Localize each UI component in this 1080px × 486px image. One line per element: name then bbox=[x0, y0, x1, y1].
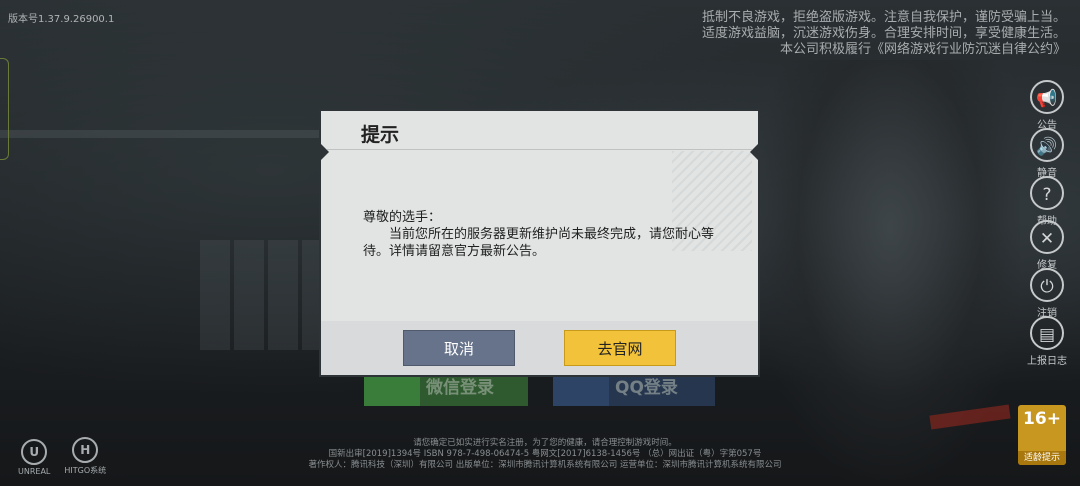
dialog-header: 提示 bbox=[321, 111, 758, 149]
dialog-body: 尊敬的选手： 当前您所在的服务器更新维护尚未最终完成，请您耐心等待。详情请留意官… bbox=[363, 209, 733, 260]
age-rating-value: 16+ bbox=[1023, 409, 1061, 429]
logout-button[interactable]: ⏻ 注销 bbox=[1027, 268, 1067, 319]
dialog-footer: 取消 去官网 bbox=[321, 321, 758, 375]
legal-footer: 请您确定已如实进行实名注册，为了您的健康，请合理控制游戏时间。 国新出审[201… bbox=[230, 438, 860, 471]
health-notice-line: 抵制不良游戏，拒绝盗版游戏。注意自我保护，谨防受骗上当。 bbox=[701, 10, 1066, 25]
footer-line: 请您确定已如实进行实名注册，为了您的健康，请合理控制游戏时间。 bbox=[413, 438, 677, 448]
wrench-icon: ✕ bbox=[1030, 220, 1064, 254]
report-log-label: 上报日志 bbox=[1027, 356, 1067, 367]
unreal-logo: U UNREAL bbox=[18, 439, 50, 476]
cancel-button[interactable]: 取消 bbox=[403, 330, 515, 366]
repair-button[interactable]: ✕ 修复 bbox=[1027, 220, 1067, 271]
hitgo-logo: H HITGO系统 bbox=[64, 437, 106, 476]
dialog-title: 提示 bbox=[361, 124, 400, 146]
megaphone-icon: 📢 bbox=[1030, 80, 1064, 114]
hitgo-logo-text: HITGO系统 bbox=[64, 466, 107, 475]
health-notice-line: 本公司积极履行《网络游戏行业防沉迷自律公约》 bbox=[779, 42, 1066, 57]
hitgo-logo-icon: H bbox=[72, 437, 99, 463]
health-notice-line: 适度游戏益脑，沉迷游戏伤身。合理安排时间，享受健康生活。 bbox=[701, 26, 1066, 41]
unreal-logo-text: UNREAL bbox=[18, 467, 51, 476]
mute-button[interactable]: 🔊 静音 bbox=[1027, 128, 1067, 179]
footer-line: 著作权人：腾讯科技（深圳）有限公司 出版单位：深圳市腾讯计算机系统有限公司 运营… bbox=[308, 460, 782, 470]
age-rating-badge[interactable]: 16+ 适龄提示 bbox=[1018, 405, 1066, 465]
dialog-divider bbox=[327, 149, 752, 150]
announcement-button[interactable]: 📢 公告 bbox=[1027, 80, 1067, 131]
maintenance-dialog: 提示 尊敬的选手： 当前您所在的服务器更新维护尚未最终完成，请您耐心等待。详情请… bbox=[319, 109, 760, 377]
question-icon: ? bbox=[1030, 176, 1064, 210]
speaker-icon: 🔊 bbox=[1030, 128, 1064, 162]
unreal-logo-icon: U bbox=[21, 439, 48, 465]
age-rating-label: 适龄提示 bbox=[1018, 451, 1066, 465]
health-notice: 抵制不良游戏，拒绝盗版游戏。注意自我保护，谨防受骗上当。 适度游戏益脑，沉迷游戏… bbox=[702, 10, 1066, 58]
background-shelf bbox=[0, 130, 330, 138]
edge-pull-tab[interactable] bbox=[0, 58, 9, 160]
dialog-notch-left bbox=[321, 144, 329, 160]
engine-logos: U UNREAL H HITGO系统 bbox=[18, 437, 106, 476]
footer-line: 国新出审[2019]1394号 ISBN 978-7-498-06474-5 粤… bbox=[328, 449, 762, 459]
power-icon: ⏻ bbox=[1030, 268, 1064, 302]
report-log-button[interactable]: ▤ 上报日志 bbox=[1027, 316, 1067, 367]
dialog-message: 当前您所在的服务器更新维护尚未最终完成，请您耐心等待。详情请留意官方最新公告。 bbox=[363, 227, 715, 259]
go-official-site-button[interactable]: 去官网 bbox=[564, 330, 676, 366]
log-upload-icon: ▤ bbox=[1030, 316, 1064, 350]
version-label: 版本号1.37.9.26900.1 bbox=[8, 14, 115, 25]
dialog-greeting: 尊敬的选手： bbox=[363, 210, 442, 225]
dialog-notch-right bbox=[750, 144, 758, 160]
